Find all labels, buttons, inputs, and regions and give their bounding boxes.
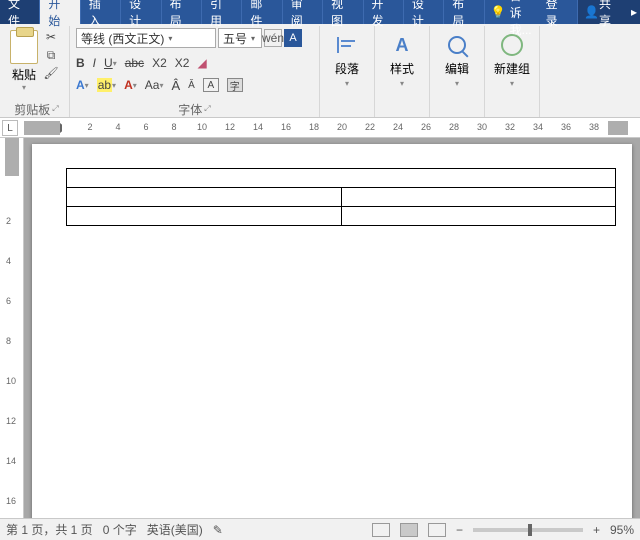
person-icon: 👤: [584, 5, 599, 19]
login-button[interactable]: 登录: [538, 0, 578, 24]
paragraph-button[interactable]: 段落▾: [326, 28, 368, 88]
document-table[interactable]: [66, 168, 616, 226]
clear-formatting-button[interactable]: ◢: [197, 56, 206, 70]
enclose-characters-button[interactable]: A: [203, 78, 219, 92]
status-bar: 第 1 页，共 1 页 0 个字 英语(美国) ✎ − + 95%: [0, 518, 640, 540]
character-border-button[interactable]: A: [284, 29, 302, 47]
circle-icon: [501, 34, 523, 56]
view-read-button[interactable]: [372, 523, 390, 537]
group-editing: 编辑▾: [430, 26, 485, 117]
shrink-font-button[interactable]: Ǎ: [188, 80, 195, 91]
paragraph-icon: [337, 37, 357, 53]
character-shading-button[interactable]: 字: [227, 78, 243, 92]
document-area: 246810121416: [0, 138, 640, 518]
newgroup-button[interactable]: 新建组▾: [491, 28, 533, 88]
ribbon: 粘贴 ▾ ✂ ⧉ 🖌 剪贴板⤢ 等线 (西文正文)▾ 五号▾ wén A B I…: [0, 24, 640, 118]
strikethrough-button[interactable]: abc: [125, 56, 144, 70]
format-painter-button[interactable]: 🖌: [42, 66, 60, 80]
styles-button[interactable]: A样式▾: [381, 28, 423, 88]
italic-button[interactable]: I: [93, 56, 96, 70]
editing-button[interactable]: 编辑▾: [436, 28, 478, 88]
tab-table-design[interactable]: 设计: [404, 0, 444, 24]
share-button[interactable]: 👤共享: [578, 0, 628, 24]
tab-layout[interactable]: 布局: [162, 0, 202, 24]
ruler-horizontal[interactable]: L 246810121416182022242628303234363840: [0, 118, 640, 138]
page[interactable]: [32, 144, 632, 518]
tab-insert[interactable]: 插入: [81, 0, 121, 24]
superscript-button[interactable]: X2: [175, 56, 190, 70]
status-word-count[interactable]: 0 个字: [103, 521, 137, 538]
underline-button[interactable]: U ▾: [104, 56, 117, 70]
zoom-slider[interactable]: [473, 528, 583, 532]
tab-references[interactable]: 引用: [202, 0, 242, 24]
tab-bar: 文件 开始 插入 设计 布局 引用 邮件 审阅 视图 开发 设计 布局 💡告诉我…: [0, 0, 640, 24]
tab-mailings[interactable]: 邮件: [242, 0, 282, 24]
tab-selector[interactable]: L: [2, 120, 18, 136]
tab-view[interactable]: 视图: [323, 0, 363, 24]
font-color-button[interactable]: A▾: [124, 78, 137, 92]
change-case-button[interactable]: Aa▾: [145, 78, 164, 92]
group-styles: A样式▾: [375, 26, 430, 117]
search-icon: [448, 36, 466, 54]
highlight-button[interactable]: ab▾: [97, 78, 116, 92]
tab-table-layout[interactable]: 布局: [444, 0, 484, 24]
clipboard-icon: [10, 30, 38, 64]
subscript-button[interactable]: X2: [152, 56, 167, 70]
status-proofing-icon[interactable]: ✎: [213, 523, 223, 537]
zoom-level[interactable]: 95%: [610, 523, 634, 537]
copy-button[interactable]: ⧉: [42, 48, 60, 62]
group-new: 新建组▾: [485, 26, 540, 117]
bold-button[interactable]: B: [76, 56, 85, 70]
font-size-combo[interactable]: 五号▾: [218, 28, 262, 48]
tab-developer[interactable]: 开发: [364, 0, 404, 24]
zoom-in-button[interactable]: +: [593, 523, 600, 537]
zoom-out-button[interactable]: −: [456, 523, 463, 537]
view-web-button[interactable]: [428, 523, 446, 537]
group-clipboard: 粘贴 ▾ ✂ ⧉ 🖌 剪贴板⤢: [4, 26, 70, 117]
cut-button[interactable]: ✂: [42, 30, 60, 44]
text-effects-button[interactable]: A▾: [76, 78, 89, 92]
grow-font-button[interactable]: Â: [171, 78, 180, 93]
tab-file[interactable]: 文件: [0, 0, 40, 24]
tell-me-search[interactable]: 💡告诉我...: [485, 0, 538, 24]
group-paragraph: 段落▾: [320, 26, 375, 117]
status-page[interactable]: 第 1 页，共 1 页: [6, 521, 93, 538]
tab-design[interactable]: 设计: [121, 0, 161, 24]
status-language[interactable]: 英语(美国): [147, 521, 203, 538]
paste-button[interactable]: 粘贴 ▾: [10, 28, 38, 92]
ruler-vertical[interactable]: 246810121416: [0, 138, 24, 518]
ribbon-options-icon[interactable]: ▸: [628, 0, 640, 24]
view-print-button[interactable]: [400, 523, 418, 537]
phonetic-guide-button[interactable]: wén: [264, 29, 282, 47]
font-name-combo[interactable]: 等线 (西文正文)▾: [76, 28, 216, 48]
styles-icon: A: [396, 35, 409, 56]
tab-home[interactable]: 开始: [40, 0, 80, 24]
tab-review[interactable]: 审阅: [283, 0, 323, 24]
group-font: 等线 (西文正文)▾ 五号▾ wén A B I U ▾ abc X2 X2 ◢…: [70, 26, 320, 117]
lightbulb-icon: 💡: [491, 5, 506, 19]
